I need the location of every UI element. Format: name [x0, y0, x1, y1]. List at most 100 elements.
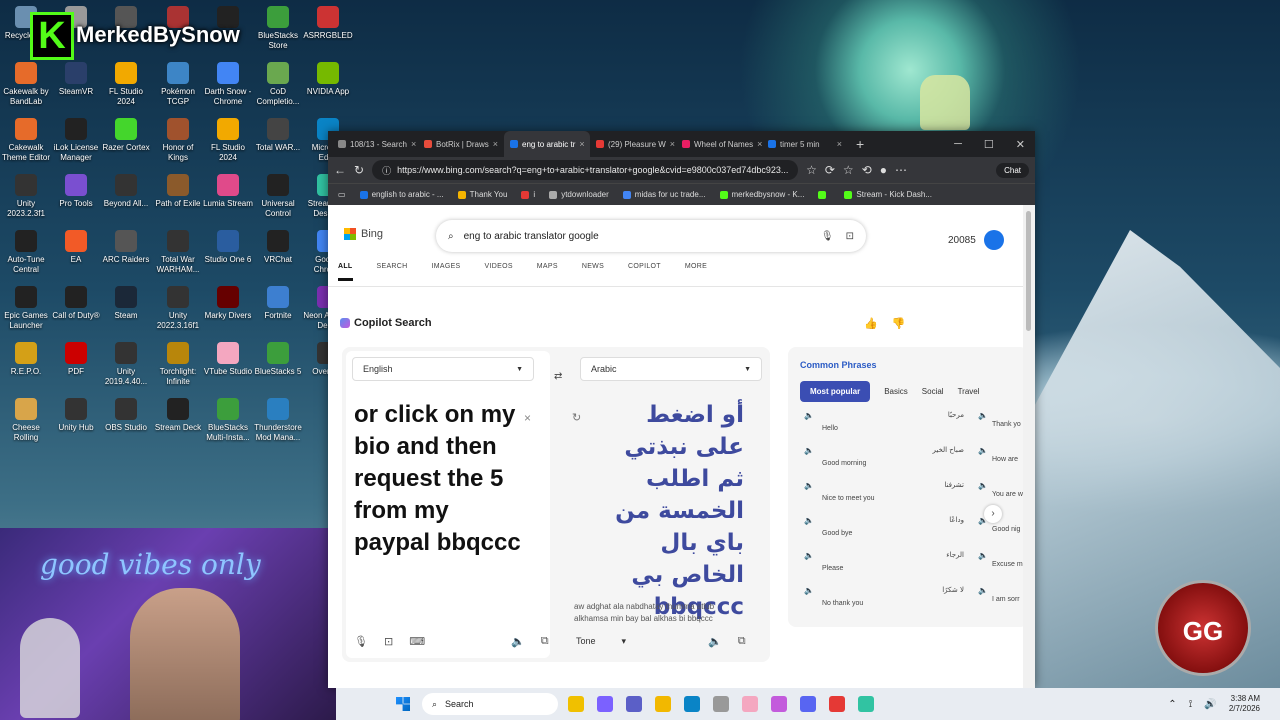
microphone-icon[interactable]: 🎙 — [354, 635, 368, 648]
desktop-icon[interactable]: Unity 2022.3.16f1 — [152, 286, 204, 331]
profile-avatar[interactable]: ● — [880, 163, 887, 177]
desktop-icon[interactable]: ASRRGBLED — [302, 6, 354, 41]
speaker-icon[interactable]: 🔈 — [978, 446, 988, 455]
thumbs-down-icon[interactable]: 👎 — [892, 317, 906, 330]
microphone-icon[interactable]: 🎙 — [821, 231, 834, 242]
clear-icon[interactable]: × — [524, 411, 531, 425]
desktop-icon[interactable]: Honor of Kings — [152, 118, 204, 163]
volume-icon[interactable]: 🔊 — [1204, 699, 1216, 710]
phrases-tab[interactable]: Basics — [884, 387, 908, 396]
desktop-icon[interactable]: FL Studio 2024 — [202, 118, 254, 163]
desktop-icon[interactable]: Cheese Rolling — [0, 398, 52, 443]
desktop-icon[interactable]: BlueStacks Store — [252, 6, 304, 51]
visual-search-icon[interactable]: ⊡ — [846, 231, 854, 242]
thumbs-up-icon[interactable]: 👍 — [864, 317, 878, 330]
close-tab-icon[interactable]: × — [579, 139, 584, 149]
desktop-icon[interactable]: Unity Hub — [50, 398, 102, 433]
speaker-icon[interactable]: 🔈 — [978, 586, 988, 595]
desktop-icon[interactable]: Total WAR... — [252, 118, 304, 153]
bing-logo[interactable]: Bing — [344, 228, 383, 240]
desktop-icon[interactable]: BlueStacks 5 — [252, 342, 304, 377]
speaker-icon[interactable]: 🔈 — [804, 586, 814, 595]
collections-icon[interactable]: ☆ — [843, 163, 854, 177]
favorite-link[interactable]: Thank You — [457, 190, 507, 199]
copy-icon[interactable]: ⧉ — [541, 635, 549, 648]
speaker-icon[interactable]: 🔈 — [804, 551, 814, 560]
speaker-icon[interactable]: 🔈 — [978, 411, 988, 420]
swap-languages-icon[interactable]: ⇄ — [554, 371, 562, 382]
desktop-icon[interactable]: Total War WARHAM... — [152, 230, 204, 275]
chevron-up-icon[interactable]: ⌃ — [1168, 699, 1176, 710]
site-info-icon[interactable]: ⓘ — [382, 164, 391, 177]
desktop-icon[interactable]: Fortnite — [252, 286, 304, 321]
desktop-icon[interactable]: Studio One 6 — [202, 230, 254, 265]
taskbar-app-icon[interactable] — [655, 696, 671, 712]
copy-icon[interactable]: ⧉ — [738, 635, 746, 648]
phrases-tab[interactable]: Social — [922, 387, 944, 396]
desktop-icon[interactable]: Epic Games Launcher — [0, 286, 52, 331]
extension-icon[interactable]: ⟳ — [825, 163, 835, 177]
taskbar-app-icon[interactable] — [597, 696, 613, 712]
browser-tab[interactable]: 108/13 - Search × — [332, 131, 418, 157]
speaker-icon[interactable]: 🔈 — [804, 446, 814, 455]
network-icon[interactable]: ⟟ — [1189, 699, 1193, 710]
favorite-star-icon[interactable]: ☆ — [806, 163, 817, 177]
nav-tab-copilot[interactable]: COPILOT — [628, 263, 661, 281]
desktop-icon[interactable]: BlueStacks Multi-Insta... — [202, 398, 254, 443]
favorite-link[interactable]: Stream - Kick Dash... — [844, 190, 932, 199]
taskbar-search[interactable]: ⌕ Search — [422, 693, 558, 715]
close-tab-icon[interactable]: × — [411, 139, 416, 149]
desktop-icon[interactable]: ARC Raiders — [100, 230, 152, 265]
desktop-icon[interactable]: R.E.P.O. — [0, 342, 52, 377]
phrases-tab[interactable]: Travel — [958, 387, 980, 396]
desktop-icon[interactable]: Universal Control — [252, 174, 304, 219]
rewards-points[interactable]: 20085 — [948, 230, 1004, 250]
browser-tab[interactable]: timer 5 min × — [762, 131, 848, 157]
scrollbar[interactable] — [1023, 205, 1035, 688]
taskbar-app-icon[interactable] — [568, 696, 584, 712]
desktop-icon[interactable]: SteamVR — [50, 62, 102, 97]
desktop-icon[interactable]: Torchlight: Infinite — [152, 342, 204, 387]
desktop-icon[interactable]: FL Studio 2024 — [100, 62, 152, 107]
taskbar-app-icon[interactable] — [713, 696, 729, 712]
desktop-icon[interactable]: NVIDIA App — [302, 62, 354, 97]
desktop-icon[interactable]: VRChat — [252, 230, 304, 265]
speaker-icon[interactable]: 🔈 — [708, 635, 722, 648]
nav-tab-all[interactable]: ALL — [338, 263, 353, 281]
browser-tab[interactable]: BotRix | Draws × — [418, 131, 504, 157]
tab-actions-icon[interactable]: ▭ — [338, 190, 346, 199]
taskbar-app-icon[interactable] — [684, 696, 700, 712]
phrases-tab[interactable]: Most popular — [800, 381, 871, 402]
taskbar-app-icon[interactable] — [800, 696, 816, 712]
copilot-chat-button[interactable]: Chat — [996, 162, 1029, 178]
nav-tab-videos[interactable]: VIDEOS — [485, 263, 513, 281]
desktop-icon[interactable]: Cakewalk Theme Editor — [0, 118, 52, 163]
desktop-icon[interactable]: VTube Studio — [202, 342, 254, 377]
source-text[interactable]: or click on my bio and then request the … — [354, 399, 524, 559]
taskbar-app-icon[interactable] — [771, 696, 787, 712]
desktop-icon[interactable]: Pokémon TCGP — [152, 62, 204, 107]
source-language-select[interactable]: English ▼ — [352, 357, 534, 381]
nav-tab-maps[interactable]: MAPS — [537, 263, 558, 281]
close-tab-icon[interactable]: × — [493, 139, 498, 149]
speaker-icon[interactable]: 🔈 — [511, 635, 525, 648]
favorite-link[interactable]: english to arabic - ... — [359, 190, 444, 199]
nav-tab-news[interactable]: NEWS — [582, 263, 604, 281]
desktop-icon[interactable]: Unity 2023.2.3f1 — [0, 174, 52, 219]
desktop-icon[interactable]: Call of Duty® — [50, 286, 102, 321]
start-icon[interactable] — [396, 697, 410, 711]
desktop-icon[interactable]: Auto-Tune Central — [0, 230, 52, 275]
desktop-icon[interactable]: EA — [50, 230, 102, 265]
refresh-icon[interactable]: ↻ — [354, 163, 364, 177]
nav-tab-more[interactable]: MORE — [685, 263, 707, 281]
favorite-link[interactable]: i — [521, 190, 535, 199]
nav-tab-images[interactable]: IMAGES — [432, 263, 461, 281]
favorite-link[interactable]: midas for uc trade... — [622, 190, 706, 199]
desktop-icon[interactable]: Marky Divers — [202, 286, 254, 321]
nav-tab-search[interactable]: SEARCH — [377, 263, 408, 281]
scrollbar-thumb[interactable] — [1026, 211, 1031, 331]
tone-select[interactable]: Tone ▾ — [576, 636, 626, 647]
target-language-select[interactable]: Arabic ▼ — [580, 357, 762, 381]
keyboard-icon[interactable]: ⌨ — [409, 635, 425, 648]
speaker-icon[interactable]: 🔈 — [978, 551, 988, 560]
